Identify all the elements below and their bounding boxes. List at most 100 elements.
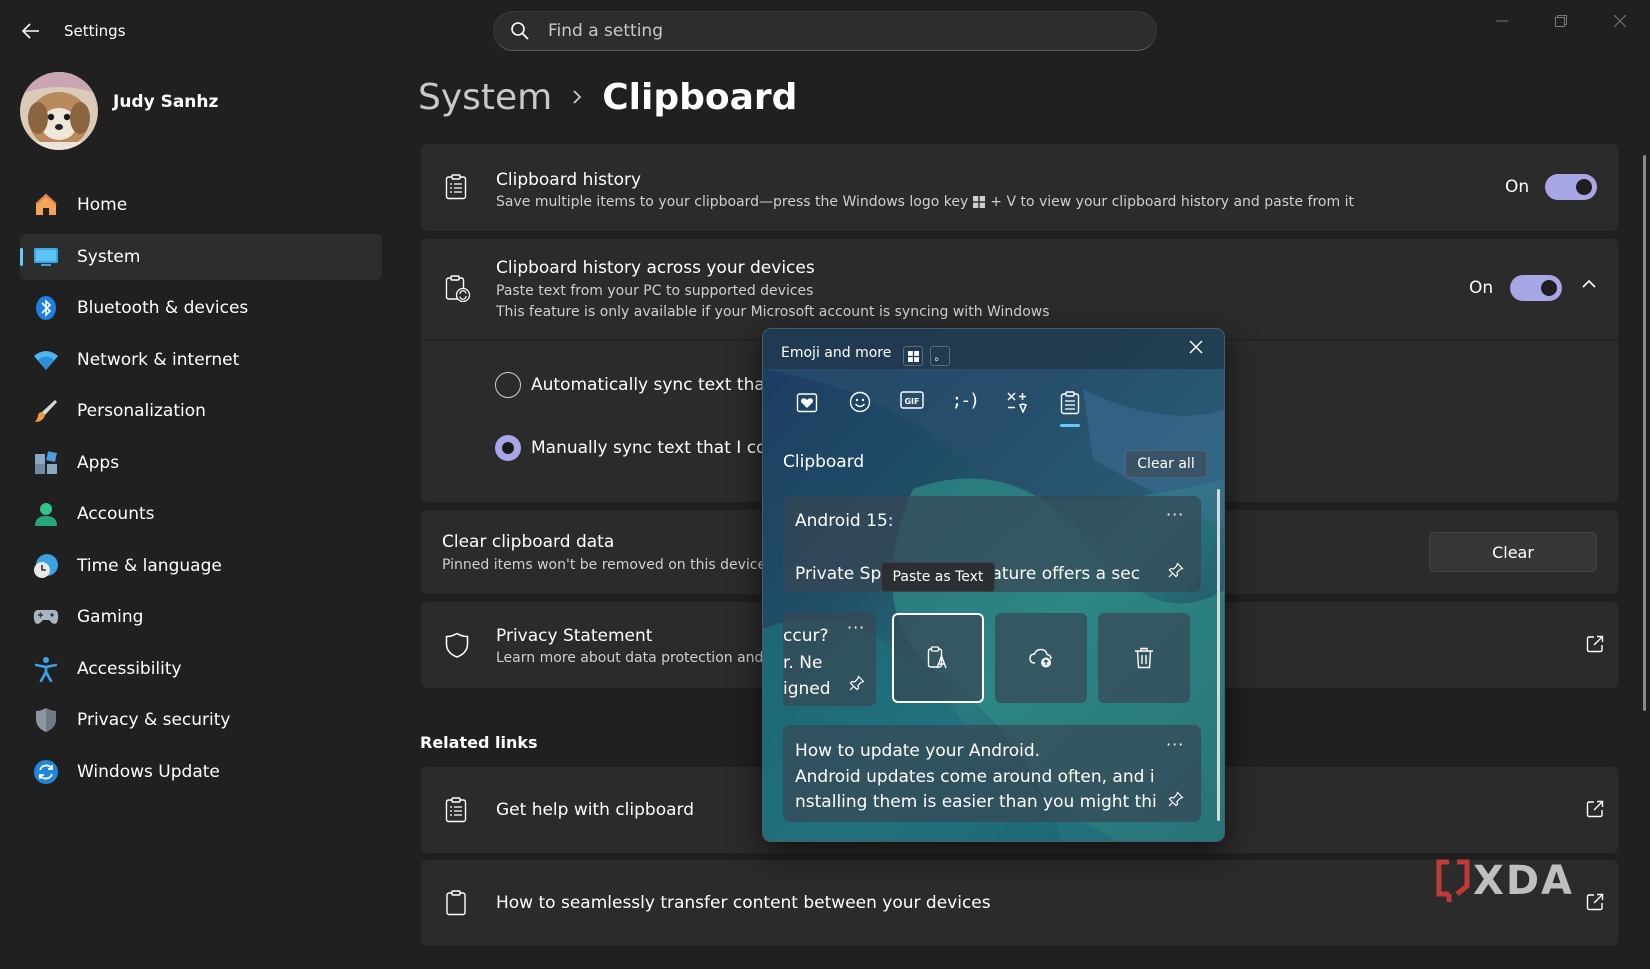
panel-scrollbar[interactable] bbox=[1217, 489, 1220, 821]
radio-label: Manually sync text that I copy bbox=[531, 438, 788, 458]
sidebar-item-accessibility[interactable]: Accessibility bbox=[20, 646, 382, 692]
shield-icon bbox=[32, 706, 60, 734]
clipboard-list-icon bbox=[445, 174, 471, 200]
windows-key-badge bbox=[903, 346, 923, 366]
minimize-icon bbox=[1496, 20, 1508, 22]
setting-description-part: Save multiple items to your clipboard—pr… bbox=[496, 194, 969, 210]
gif-tab-text: GIF bbox=[905, 397, 920, 406]
paste-as-text-button[interactable] bbox=[892, 613, 984, 703]
search-box[interactable] bbox=[493, 11, 1157, 51]
kaomoji-icon: ;-) bbox=[951, 390, 979, 411]
sidebar-item-network[interactable]: Network & internet bbox=[20, 337, 382, 383]
external-link-icon[interactable] bbox=[1586, 800, 1606, 820]
external-link-icon[interactable] bbox=[1586, 893, 1606, 913]
symbols-tab[interactable] bbox=[991, 391, 1044, 431]
smiley-icon bbox=[849, 391, 870, 413]
sidebar-item-home[interactable]: Home bbox=[20, 182, 382, 228]
sidebar-item-label: Privacy & security bbox=[77, 710, 231, 730]
period-key-badge: 。 bbox=[930, 346, 950, 366]
avatar-image bbox=[20, 72, 98, 150]
more-options-icon[interactable]: ··· bbox=[847, 618, 865, 637]
panel-tabs: GIF ;-) bbox=[781, 391, 1096, 431]
restore-icon bbox=[1555, 15, 1567, 27]
radio-manual-sync[interactable]: Manually sync text that I copy bbox=[495, 435, 787, 461]
clipboard-sync-toggle[interactable] bbox=[1510, 275, 1562, 301]
link-label: Get help with clipboard bbox=[496, 800, 694, 820]
panel-section-title: Clipboard bbox=[783, 452, 865, 472]
kaomoji-tab[interactable]: ;-) bbox=[939, 391, 992, 431]
delete-button[interactable] bbox=[1098, 613, 1190, 703]
setting-description: Save multiple items to your clipboard—pr… bbox=[496, 194, 1354, 210]
clipboard-tab[interactable] bbox=[1044, 391, 1097, 431]
sidebar-item-bluetooth[interactable]: Bluetooth & devices bbox=[20, 285, 382, 331]
clip-text: Private Spa bbox=[795, 564, 892, 584]
avatar[interactable] bbox=[20, 72, 98, 150]
clip-text: r. Ne bbox=[783, 653, 823, 673]
home-icon bbox=[32, 191, 60, 219]
setting-title: Clipboard history across your devices bbox=[496, 258, 815, 278]
radio-auto-sync[interactable]: Automatically sync text that I bbox=[495, 372, 782, 398]
clip-text: Android updates come around often, and i bbox=[795, 767, 1155, 787]
favorites-tab[interactable] bbox=[781, 391, 834, 431]
pin-icon[interactable] bbox=[849, 675, 865, 691]
breadcrumb-parent[interactable]: System bbox=[418, 77, 552, 118]
restore-button[interactable] bbox=[1538, 10, 1584, 32]
xda-watermark: XDA bbox=[1435, 858, 1574, 904]
update-icon bbox=[32, 758, 60, 786]
clipboard-history-toggle[interactable] bbox=[1545, 174, 1597, 200]
close-button[interactable] bbox=[1597, 10, 1643, 32]
sidebar-item-personalization[interactable]: Personalization bbox=[20, 388, 382, 434]
clear-button[interactable]: Clear bbox=[1429, 532, 1597, 572]
sidebar-item-accounts[interactable]: Accounts bbox=[20, 491, 382, 537]
more-options-icon[interactable]: ··· bbox=[1166, 735, 1184, 754]
clear-all-button[interactable]: Clear all bbox=[1125, 450, 1207, 478]
sidebar-item-label: Home bbox=[77, 195, 128, 215]
sidebar-item-label: Time & language bbox=[77, 555, 222, 576]
page-title: Clipboard bbox=[602, 76, 798, 118]
minimize-button[interactable] bbox=[1479, 10, 1525, 32]
external-link-icon[interactable] bbox=[1586, 635, 1606, 655]
sidebar-item-privacy-security[interactable]: Privacy & security bbox=[20, 697, 382, 743]
panel-title: Emoji and more bbox=[781, 345, 892, 361]
emoji-panel: Emoji and more 。 GIF ;-) Clipboard Clear… bbox=[762, 328, 1225, 842]
chevron-up-icon[interactable] bbox=[1581, 279, 1597, 289]
panel-close-button[interactable] bbox=[1188, 339, 1208, 359]
clipboard-sync-icon bbox=[445, 275, 471, 303]
sidebar-item-windows-update[interactable]: Windows Update bbox=[20, 749, 382, 795]
radio-button[interactable] bbox=[495, 372, 521, 398]
sync-to-cloud-button[interactable] bbox=[995, 613, 1087, 703]
setting-description: Pinned items won't be removed on this de… bbox=[442, 557, 767, 573]
back-button[interactable] bbox=[18, 18, 44, 44]
gif-tab[interactable]: GIF bbox=[886, 391, 939, 431]
apps-icon bbox=[32, 449, 60, 477]
clipboard-icon bbox=[1060, 391, 1079, 415]
sidebar-item-time-language[interactable]: Time & language bbox=[20, 543, 382, 589]
sidebar-item-label: Bluetooth & devices bbox=[77, 298, 249, 318]
pin-icon[interactable] bbox=[1168, 562, 1184, 578]
main-scrollbar[interactable] bbox=[1643, 155, 1646, 711]
brush-icon bbox=[32, 397, 60, 425]
gamepad-icon bbox=[32, 603, 60, 631]
sidebar-item-apps[interactable]: Apps bbox=[20, 440, 382, 486]
close-icon bbox=[1189, 340, 1203, 354]
pin-icon[interactable] bbox=[1168, 791, 1184, 807]
toggle-state-label: On bbox=[1505, 177, 1530, 197]
sidebar-item-label: Windows Update bbox=[77, 761, 220, 782]
search-input[interactable] bbox=[548, 21, 1108, 41]
clipboard-item-swiped[interactable]: ccur? r. Ne igned ··· bbox=[783, 612, 876, 706]
clip-text: feature offers a sec bbox=[975, 564, 1141, 584]
setting-title: Privacy Statement bbox=[496, 626, 653, 646]
more-options-icon[interactable]: ··· bbox=[1166, 505, 1184, 524]
clock-globe-icon bbox=[32, 552, 60, 580]
emoji-tab[interactable] bbox=[834, 391, 887, 431]
sidebar-item-system[interactable]: System bbox=[20, 233, 382, 280]
heart-clipboard-icon bbox=[797, 393, 818, 413]
setting-title: Clipboard history bbox=[496, 170, 642, 190]
setting-description: This feature is only available if your M… bbox=[496, 304, 1050, 320]
clipboard-item[interactable]: How to update your Android. Android upda… bbox=[783, 725, 1201, 822]
setting-description: Learn more about data protection and bbox=[496, 650, 764, 666]
sidebar-item-label: Gaming bbox=[77, 607, 144, 627]
sidebar-item-gaming[interactable]: Gaming bbox=[20, 594, 382, 640]
back-arrow-icon bbox=[22, 23, 39, 39]
radio-button-checked[interactable] bbox=[495, 435, 521, 461]
